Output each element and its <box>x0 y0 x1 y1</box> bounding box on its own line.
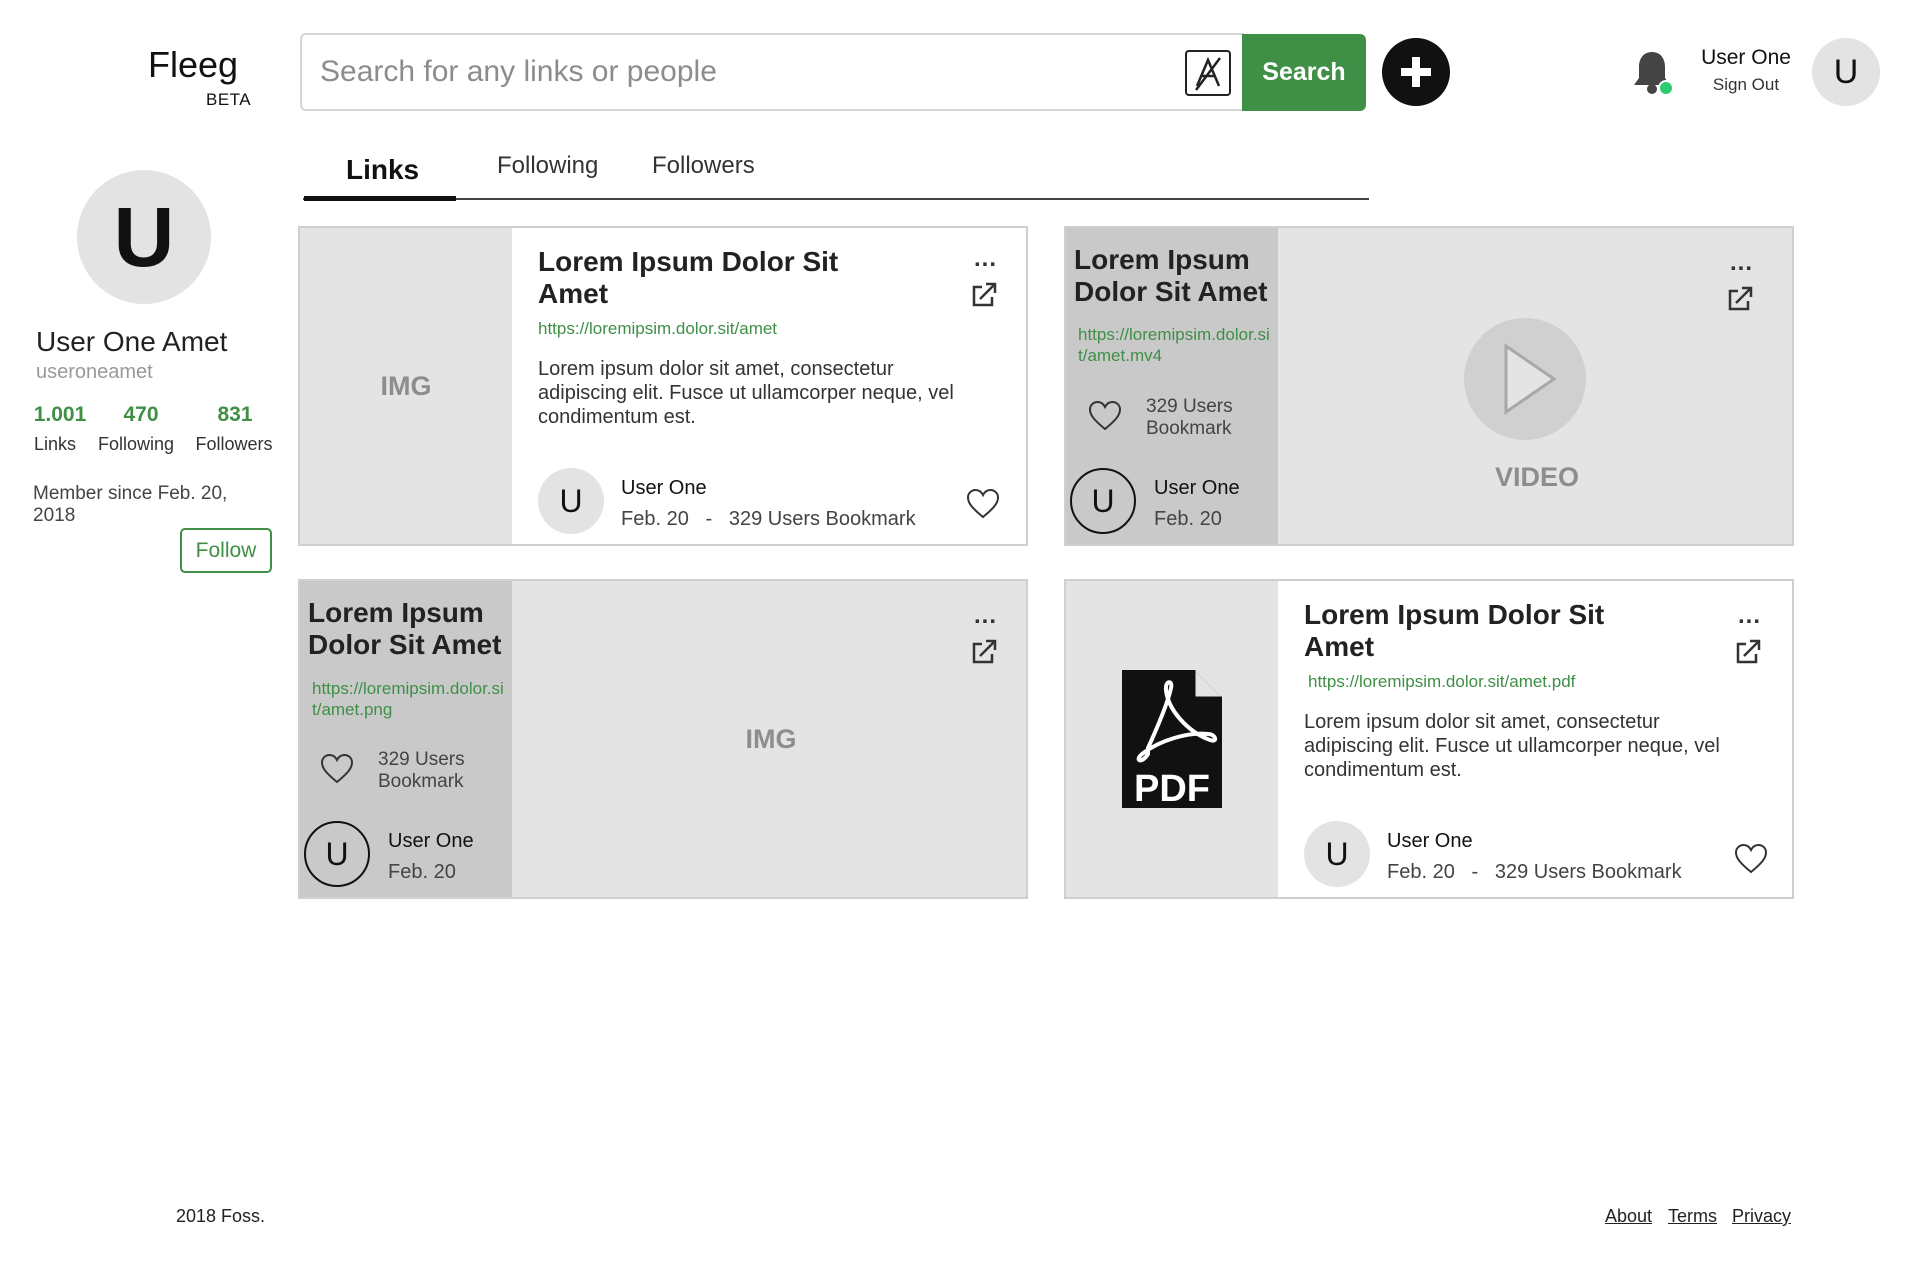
stat-following-count[interactable]: 470 <box>96 403 186 427</box>
stat-followers-label: Followers <box>195 434 273 454</box>
link-card-1[interactable]: IMG Lorem Ipsum Dolor Sit Amet https://l… <box>298 226 1028 546</box>
card-url[interactable]: https://loremipsim.dolor.sit/amet.pdf <box>1308 671 1575 692</box>
card-user-name[interactable]: User One <box>1387 830 1473 853</box>
card-user-name[interactable]: User One <box>388 830 474 853</box>
heart-icon[interactable] <box>1088 400 1122 432</box>
card-description: Lorem ipsum dolor sit amet, consectetur … <box>1304 711 1720 781</box>
card-user-avatar[interactable]: U <box>1070 468 1136 534</box>
video-label: VIDEO <box>1494 462 1580 492</box>
meta-separator: - <box>1471 861 1479 883</box>
card-user-avatar[interactable]: U <box>304 821 370 887</box>
search-button[interactable]: Search <box>1242 34 1366 111</box>
notifications-bell-icon[interactable] <box>1630 48 1674 98</box>
card-title[interactable]: Lorem Ipsum Dolor Sit Amet <box>308 597 508 661</box>
tab-followers[interactable]: Followers <box>652 152 755 180</box>
card-date: Feb. 20 <box>1154 508 1222 530</box>
card-meta: Feb. 20 - 329 Users Bookmark <box>1387 861 1682 884</box>
play-icon <box>1504 343 1557 415</box>
link-card-2[interactable]: VIDEO Lorem Ipsum Dolor Sit Amet https:/… <box>1064 226 1794 546</box>
card-user-name[interactable]: User One <box>621 477 707 500</box>
card-meta: Feb. 20 - 329 Users Bookmark <box>621 508 916 531</box>
stat-links-label: Links <box>33 434 77 454</box>
footer-link-privacy[interactable]: Privacy <box>1732 1206 1791 1227</box>
card-menu-button[interactable]: ... <box>974 247 997 271</box>
card-date: Feb. 20 <box>1387 861 1455 883</box>
external-link-icon[interactable] <box>970 281 998 309</box>
notification-dot <box>1658 80 1674 96</box>
card-user-avatar[interactable]: U <box>538 468 604 534</box>
sign-out-link[interactable]: Sign Out <box>1690 75 1802 95</box>
external-link-icon[interactable] <box>1726 285 1754 313</box>
card-url[interactable]: https://loremipsim.dolor.sit/amet.png <box>312 678 508 720</box>
video-placeholder: VIDEO <box>1278 228 1792 544</box>
card-menu-button[interactable]: ... <box>1738 604 1761 628</box>
stat-links-count[interactable]: 1.001 <box>15 403 105 427</box>
heart-icon[interactable] <box>966 488 1000 520</box>
card-url[interactable]: https://loremipsim.dolor.sit/amet <box>538 318 777 339</box>
card-title[interactable]: Lorem Ipsum Dolor Sit Amet <box>538 246 868 310</box>
heart-icon[interactable] <box>1734 843 1768 875</box>
card-date: Feb. 20 <box>621 508 689 530</box>
stat-followers-count[interactable]: 831 <box>190 403 280 427</box>
header-avatar[interactable]: U <box>1812 38 1880 106</box>
card-description: Lorem ipsum dolor sit amet, consectetur … <box>538 358 954 428</box>
card-date: Feb. 20 <box>388 861 456 883</box>
card-side-panel: Lorem Ipsum Dolor Sit Amet https://lorem… <box>1066 228 1278 544</box>
tabs-divider <box>303 198 1369 200</box>
card-bookmark-count: 329 Users Bookmark <box>1494 861 1682 883</box>
card-user-avatar[interactable]: U <box>1304 821 1370 887</box>
tab-links[interactable]: Links <box>346 154 419 186</box>
header-user-name[interactable]: User One <box>1690 46 1802 70</box>
search-box <box>300 33 1244 111</box>
heart-icon[interactable] <box>320 753 354 785</box>
card-bookmark-count: 329 Users Bookmark <box>378 749 465 792</box>
beta-badge: BETA <box>206 90 252 109</box>
external-link-icon[interactable] <box>970 638 998 666</box>
image-placeholder: IMG <box>300 228 512 544</box>
image-placeholder: IMG <box>512 581 1026 897</box>
meta-separator: - <box>705 508 713 530</box>
card-title[interactable]: Lorem Ipsum Dolor Sit Amet <box>1304 599 1634 663</box>
card-url[interactable]: https://loremipsim.dolor.sit/amet.mv4 <box>1078 324 1274 366</box>
pdf-icon-label: PDF <box>1134 768 1210 810</box>
link-card-4[interactable]: PDF Lorem Ipsum Dolor Sit Amet https://l… <box>1064 579 1794 899</box>
profile-name: User One Amet <box>36 326 228 357</box>
member-since: Member since Feb. 20, 2018 <box>33 483 228 526</box>
text-tool-icon[interactable] <box>1185 50 1231 96</box>
follow-button[interactable]: Follow <box>180 528 272 573</box>
card-menu-button[interactable]: ... <box>1730 251 1753 275</box>
card-menu-button[interactable]: ... <box>974 604 997 628</box>
card-user-name[interactable]: User One <box>1154 477 1240 500</box>
card-side-panel: Lorem Ipsum Dolor Sit Amet https://lorem… <box>300 581 512 897</box>
card-title[interactable]: Lorem Ipsum Dolor Sit Amet <box>1074 244 1274 308</box>
footer-link-terms[interactable]: Terms <box>1668 1206 1717 1227</box>
pdf-file-icon: PDF <box>1122 670 1222 810</box>
card-bookmark-count: 329 Users Bookmark <box>1146 396 1233 439</box>
profile-handle: useroneamet <box>36 361 153 383</box>
add-link-button[interactable] <box>1382 38 1450 106</box>
external-link-icon[interactable] <box>1734 638 1762 666</box>
copyright-text: 2018 Foss. <box>176 1206 266 1226</box>
pdf-preview: PDF <box>1066 581 1278 897</box>
card-bookmark-count: 329 Users Bookmark <box>728 508 916 530</box>
link-card-3[interactable]: IMG Lorem Ipsum Dolor Sit Amet https://l… <box>298 579 1028 899</box>
profile-avatar: U <box>77 170 211 304</box>
tab-following[interactable]: Following <box>497 152 598 180</box>
stat-following-label: Following <box>97 434 175 454</box>
footer-link-about[interactable]: About <box>1605 1206 1652 1227</box>
search-input[interactable] <box>320 35 1180 109</box>
active-tab-indicator <box>304 196 456 201</box>
plus-icon <box>1401 57 1431 87</box>
app-logo[interactable]: Fleeg <box>148 44 238 86</box>
play-button[interactable] <box>1464 318 1586 440</box>
